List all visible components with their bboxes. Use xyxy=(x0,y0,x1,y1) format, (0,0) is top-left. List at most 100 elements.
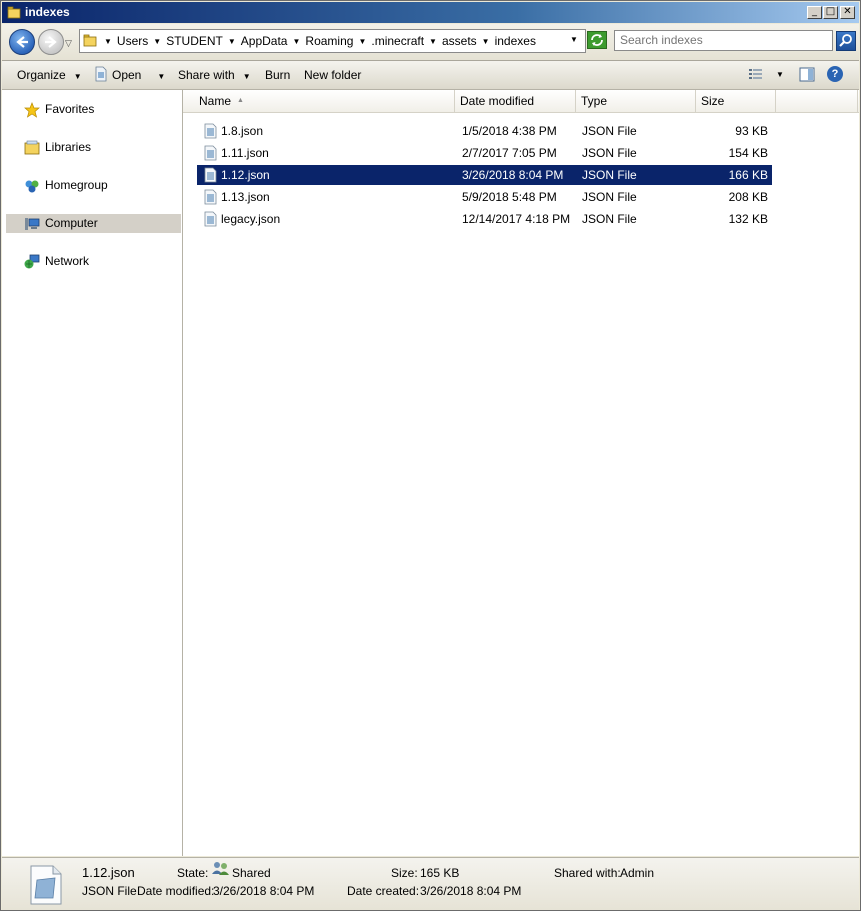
view-options-button[interactable] xyxy=(748,67,764,84)
share-with-label: Share with xyxy=(178,68,235,82)
file-type: JSON File xyxy=(582,190,637,204)
chevron-right-icon[interactable]: ▼ xyxy=(427,37,439,46)
file-icon xyxy=(204,211,217,227)
details-created-label: Date created: xyxy=(347,884,420,898)
sidebar-item-favorites[interactable]: Favorites xyxy=(6,100,181,119)
file-row[interactable]: 1.11.json 2/7/2017 7:05 PM JSON File 154… xyxy=(197,143,772,163)
preview-pane-button[interactable] xyxy=(799,67,815,85)
folder-icon xyxy=(7,6,21,19)
back-button[interactable] xyxy=(9,29,35,55)
file-type: JSON File xyxy=(582,168,637,182)
details-modified-label: Date modified: xyxy=(137,884,215,898)
star-icon xyxy=(24,102,40,118)
chevron-down-icon[interactable]: ▽ xyxy=(65,38,72,49)
column-header-type[interactable]: Type xyxy=(576,90,696,112)
column-header-size[interactable]: Size xyxy=(696,90,776,112)
file-date: 12/14/2017 4:18 PM xyxy=(462,212,571,226)
details-shared-label: Shared with: xyxy=(554,866,621,880)
preview-pane-icon xyxy=(799,67,815,82)
file-size: 166 KB xyxy=(728,168,768,182)
maximize-button[interactable]: □ xyxy=(823,6,838,19)
chevron-down-icon: ▼ xyxy=(242,72,251,81)
file-name: legacy.json xyxy=(221,212,281,226)
open-label: Open xyxy=(112,68,142,82)
column-header-date[interactable]: Date modified xyxy=(455,90,576,112)
chevron-right-icon[interactable]: ▼ xyxy=(290,37,302,46)
command-bar: Organize ▼ Open ▼ Share with ▼ Burn New fol… xyxy=(2,61,859,90)
chevron-right-icon[interactable]: ▼ xyxy=(226,37,238,46)
chevron-right-icon[interactable]: ▼ xyxy=(151,37,163,46)
refresh-button[interactable] xyxy=(587,31,607,49)
details-modified-value: 3/26/2018 8:04 PM xyxy=(213,884,315,898)
search-icon xyxy=(839,34,852,47)
organize-button[interactable]: Organize ▼ xyxy=(17,68,82,82)
help-button[interactable]: ? xyxy=(827,66,843,82)
breadcrumb-indexes[interactable]: indexes xyxy=(492,34,539,48)
breadcrumb-appdata[interactable]: AppData xyxy=(238,34,291,48)
search-button[interactable] xyxy=(836,31,856,51)
sidebar-item-network[interactable]: Network xyxy=(6,252,181,271)
file-row[interactable]: legacy.json 12/14/2017 4:18 PM JSON File… xyxy=(197,209,772,229)
chevron-right-icon[interactable]: ▼ xyxy=(102,37,114,46)
forward-button[interactable] xyxy=(38,29,64,55)
explorer-window: indexes _ □ ✕ ▽ ▼ Users ▼ STUDENT ▼ AppD… xyxy=(0,0,861,911)
sidebar-item-label: Homegroup xyxy=(45,178,108,192)
breadcrumb-users[interactable]: Users xyxy=(114,34,151,48)
organize-label: Organize xyxy=(17,68,66,82)
folder-icon xyxy=(83,34,97,47)
shared-users-icon xyxy=(212,862,229,875)
search-input[interactable] xyxy=(615,31,825,49)
share-with-button[interactable]: Share with ▼ xyxy=(178,68,251,82)
details-view-icon xyxy=(749,69,762,79)
file-size: 154 KB xyxy=(728,146,768,160)
file-date: 1/5/2018 4:38 PM xyxy=(462,124,557,138)
column-header-label: Name xyxy=(199,94,232,108)
sidebar-item-label: Computer xyxy=(45,216,98,230)
sidebar-item-label: Favorites xyxy=(45,102,95,116)
sidebar-item-label: Network xyxy=(45,254,90,268)
breadcrumb-student[interactable]: STUDENT xyxy=(163,34,226,48)
minimize-button[interactable]: _ xyxy=(807,6,822,19)
breadcrumb-items: ▼ Users ▼ STUDENT ▼ AppData ▼ Roaming ▼ … xyxy=(102,34,539,48)
file-icon xyxy=(204,123,217,139)
breadcrumb-roaming[interactable]: Roaming xyxy=(302,34,356,48)
file-icon xyxy=(204,189,217,205)
file-name: 1.13.json xyxy=(221,190,270,204)
file-row-selected[interactable]: 1.12.json 3/26/2018 8:04 PM JSON File 16… xyxy=(197,165,772,185)
title-bar[interactable]: indexes _ □ ✕ xyxy=(2,2,859,23)
file-size: 208 KB xyxy=(728,190,768,204)
breadcrumb-minecraft[interactable]: .minecraft xyxy=(368,34,427,48)
file-row[interactable]: 1.13.json 5/9/2018 5:48 PM JSON File 208… xyxy=(197,187,772,207)
details-state-label: State: xyxy=(177,866,209,880)
chevron-down-icon: ▼ xyxy=(157,72,166,81)
document-icon xyxy=(95,66,107,82)
sidebar-item-homegroup[interactable]: Homegroup xyxy=(6,176,181,195)
close-button[interactable]: ✕ xyxy=(840,6,855,19)
file-type: JSON File xyxy=(582,124,637,138)
burn-button[interactable]: Burn xyxy=(265,68,290,82)
chevron-down-icon: ▼ xyxy=(73,72,82,81)
file-list: Name ▲ Date modified Type Size 1.8.json 1… xyxy=(183,90,859,856)
new-folder-button[interactable]: New folder xyxy=(304,68,361,82)
breadcrumb-assets[interactable]: assets xyxy=(439,34,480,48)
details-size-value: 165 KB xyxy=(420,866,460,880)
sidebar-item-computer[interactable]: Computer xyxy=(6,214,181,233)
details-created-value: 3/26/2018 8:04 PM xyxy=(420,884,522,898)
chevron-down-icon[interactable]: ▼ xyxy=(776,70,784,79)
file-size: 132 KB xyxy=(728,212,768,226)
sidebar-item-libraries[interactable]: Libraries xyxy=(6,138,181,157)
search-box[interactable] xyxy=(614,30,833,51)
file-type: JSON File xyxy=(582,212,637,226)
file-row[interactable]: 1.8.json 1/5/2018 4:38 PM JSON File 93 K… xyxy=(197,121,772,141)
file-name: 1.8.json xyxy=(221,124,264,138)
sort-ascending-icon: ▲ xyxy=(237,97,244,104)
homegroup-icon xyxy=(25,180,39,193)
chevron-right-icon[interactable]: ▼ xyxy=(480,37,492,46)
open-button[interactable]: Open ▼ xyxy=(94,66,166,82)
chevron-down-icon[interactable]: ▼ xyxy=(570,35,578,44)
breadcrumb[interactable]: ▼ Users ▼ STUDENT ▼ AppData ▼ Roaming ▼ … xyxy=(79,29,586,53)
chevron-right-icon[interactable]: ▼ xyxy=(356,37,368,46)
refresh-icon xyxy=(591,34,603,46)
column-header-name[interactable]: Name ▲ xyxy=(194,90,455,112)
details-size-label: Size: xyxy=(391,866,418,880)
